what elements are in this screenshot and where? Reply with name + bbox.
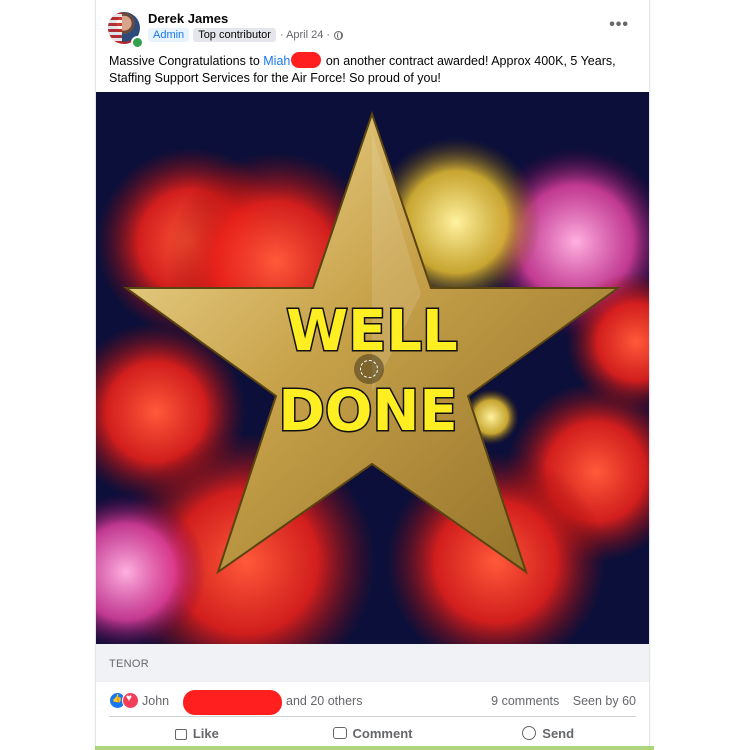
like-button[interactable]: Like [109, 720, 285, 746]
post-meta: Admin Top contributor · April 24 · [148, 28, 344, 42]
post-date[interactable]: · April 24 · [280, 29, 330, 41]
loading-spinner-icon [354, 354, 384, 384]
media-source-bar: TENOR [96, 644, 649, 682]
top-contributor-badge: Top contributor [193, 28, 276, 42]
comment-label: Comment [352, 725, 413, 741]
bottom-accent-rule [95, 746, 654, 750]
more-options-icon[interactable]: ••• [609, 16, 629, 34]
love-reaction-icon[interactable] [122, 692, 139, 709]
redaction-mark [291, 52, 322, 68]
gif-text-line2: DONE [278, 379, 457, 444]
mention-link[interactable]: Miah [263, 54, 290, 68]
messenger-icon [522, 726, 537, 740]
reactors-others[interactable]: and 20 others [286, 694, 362, 708]
comment-icon [332, 727, 347, 739]
author-name[interactable]: Derek James [148, 11, 228, 26]
post-actions: Like Comment Send [109, 720, 636, 746]
thumbs-up-icon [174, 729, 187, 740]
like-label: Like [192, 725, 219, 741]
comments-count[interactable]: 9 comments [491, 694, 559, 708]
reactions-bar: John and 20 others 9 comments Seen by 60 [109, 690, 636, 715]
online-status-icon [131, 36, 144, 49]
admin-badge: Admin [148, 28, 190, 42]
post-text: Massive Congratulations to Miah on anoth… [109, 52, 639, 87]
redaction-mark [183, 690, 282, 715]
post-text-part1: Massive Congratulations to [109, 54, 264, 68]
gif-media[interactable]: WELL DONE [96, 92, 649, 644]
divider [109, 716, 636, 717]
reactor-name[interactable]: John [142, 694, 169, 708]
media-source-label[interactable]: TENOR [109, 658, 149, 670]
engagement-counts: 9 comments Seen by 60 [491, 694, 636, 708]
post-card: Derek James Admin Top contributor · Apri… [95, 0, 650, 750]
post-header: Derek James Admin Top contributor · Apri… [108, 10, 637, 49]
globe-icon [334, 30, 344, 40]
comment-button[interactable]: Comment [285, 720, 461, 746]
seen-by-count[interactable]: Seen by 60 [573, 694, 636, 708]
send-label: Send [542, 725, 575, 741]
send-button[interactable]: Send [460, 720, 636, 746]
